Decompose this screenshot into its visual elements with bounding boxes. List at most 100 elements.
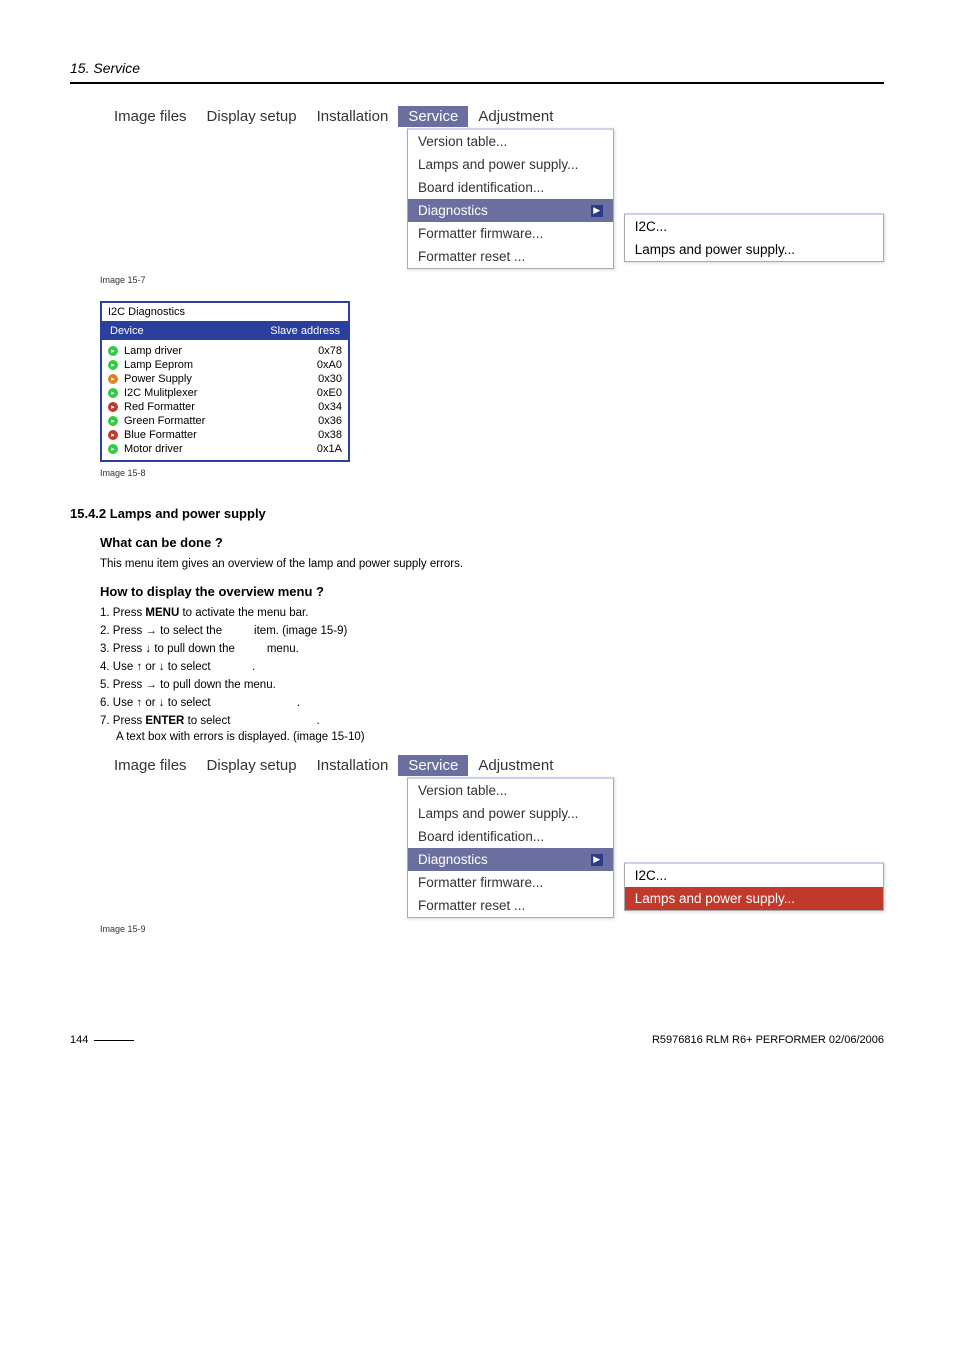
s7a: Press bbox=[113, 715, 146, 727]
tab-image-files-b[interactable]: Image files bbox=[104, 755, 197, 776]
submenu-i2c[interactable]: I2C... bbox=[625, 215, 883, 238]
caption-b: Image 15-9 bbox=[100, 924, 884, 934]
status-dot-icon: ▸ bbox=[108, 416, 118, 426]
diag-title: I2C Diagnostics bbox=[102, 303, 348, 322]
device-name: Green Formatter bbox=[124, 415, 205, 427]
step-2: Press → to select the item. (image 15-9) bbox=[100, 625, 884, 637]
status-dot-icon: ▸ bbox=[108, 402, 118, 412]
slave-address: 0x38 bbox=[318, 429, 342, 441]
mi-version-table-b[interactable]: Version table... bbox=[408, 779, 613, 802]
status-dot-icon: ▸ bbox=[108, 360, 118, 370]
mi-diagnostics-b[interactable]: Diagnostics ▶ bbox=[408, 848, 613, 871]
device-name: Lamp Eeprom bbox=[124, 359, 193, 371]
tab-installation[interactable]: Installation bbox=[307, 106, 399, 127]
slave-address: 0x34 bbox=[318, 401, 342, 413]
submenu-i2c-b[interactable]: I2C... bbox=[625, 864, 883, 887]
mi-formatter-fw-b[interactable]: Formatter firmware... bbox=[408, 871, 613, 894]
step-3: Press ↓ to pull down the menu. bbox=[100, 643, 884, 655]
caption-diag: Image 15-8 bbox=[100, 468, 884, 478]
diag-row: ▸ Lamp driver 0x78 bbox=[108, 344, 342, 358]
tab-image-files[interactable]: Image files bbox=[104, 106, 197, 127]
device-name: I2C Mulitplexer bbox=[124, 387, 197, 399]
slave-address: 0x36 bbox=[318, 415, 342, 427]
diag-row: ▸ I2C Mulitplexer 0xE0 bbox=[108, 386, 342, 400]
tab-installation-b[interactable]: Installation bbox=[307, 755, 399, 776]
diag-row: ▸Power Supply0x30 bbox=[108, 372, 342, 386]
s2b: item. (image 15-9) bbox=[251, 625, 348, 637]
submenu-lamps[interactable]: Lamps and power supply... bbox=[625, 238, 883, 261]
page-number: 144 bbox=[70, 1034, 88, 1046]
service-dropdown-b: Version table... Lamps and power supply.… bbox=[407, 777, 614, 918]
s2a: Press → to select the bbox=[113, 625, 226, 637]
col-device: Device bbox=[110, 325, 144, 337]
mi-formatter-fw[interactable]: Formatter firmware... bbox=[408, 222, 613, 245]
s7b: ENTER bbox=[145, 715, 184, 727]
tab-service[interactable]: Service bbox=[398, 106, 468, 127]
diag-row: ▸ Red Formatter 0x34 bbox=[108, 400, 342, 414]
service-dropdown-a: Version table... Lamps and power supply.… bbox=[407, 128, 614, 269]
diag-row: ▸ Green Formatter 0x36 bbox=[108, 414, 342, 428]
s1a: Press bbox=[113, 607, 146, 619]
step-7-note: A text box with errors is displayed. (im… bbox=[116, 731, 884, 743]
s3b: menu. bbox=[264, 643, 299, 655]
footer-bar bbox=[94, 1040, 134, 1041]
tab-display-setup-b[interactable]: Display setup bbox=[197, 755, 307, 776]
header-rule bbox=[70, 82, 884, 84]
submenu-arrow-icon-b: ▶ bbox=[591, 854, 603, 866]
s1c: to activate the menu bar. bbox=[179, 607, 308, 619]
s4a: Use ↑ or ↓ to select bbox=[113, 661, 214, 673]
device-name: Lamp driver bbox=[124, 345, 182, 357]
slave-address: 0xE0 bbox=[317, 387, 342, 399]
mi-board-id-b[interactable]: Board identification... bbox=[408, 825, 613, 848]
device-name: Blue Formatter bbox=[124, 429, 197, 441]
mi-version-table[interactable]: Version table... bbox=[408, 130, 613, 153]
status-dot-icon: ▸ bbox=[108, 346, 118, 356]
mi-formatter-reset[interactable]: Formatter reset ... bbox=[408, 245, 613, 268]
mi-diagnostics[interactable]: Diagnostics ▶ bbox=[408, 199, 613, 222]
s3a: Press ↓ to pull down the bbox=[113, 643, 238, 655]
diag-body: ▸ Lamp driver 0x78 ▸ Lamp Eeprom 0xA0▸Power S… bbox=[102, 340, 348, 460]
step-5: Press → to pull down the menu. bbox=[100, 679, 884, 691]
slave-address: 0xA0 bbox=[317, 359, 342, 371]
menubar-b: Image files Display setup Installation S… bbox=[100, 753, 884, 778]
s7c: to select bbox=[184, 715, 233, 727]
mi-diagnostics-label-b: Diagnostics bbox=[418, 852, 488, 867]
tab-adjustment[interactable]: Adjustment bbox=[468, 106, 563, 127]
step-6: Use ↑ or ↓ to select . bbox=[100, 697, 884, 709]
s1b: MENU bbox=[145, 607, 179, 619]
mi-lamps-power[interactable]: Lamps and power supply... bbox=[408, 153, 613, 176]
device-name: Red Formatter bbox=[124, 401, 195, 413]
menu-figure-a: Image files Display setup Installation S… bbox=[100, 104, 884, 269]
diagnostics-submenu-a: I2C... Lamps and power supply... bbox=[624, 213, 884, 262]
step-1: Press MENU to activate the menu bar. bbox=[100, 607, 884, 619]
submenu-lamps-b[interactable]: Lamps and power supply... bbox=[625, 887, 883, 910]
subhead-how: How to display the overview menu ? bbox=[100, 584, 884, 599]
page-footer: 144 R5976816 RLM R6+ PERFORMER 02/06/200… bbox=[70, 1034, 884, 1046]
device-name: Motor driver bbox=[124, 443, 183, 455]
menu-figure-b: Image files Display setup Installation S… bbox=[100, 753, 884, 918]
diag-row: ▸ Lamp Eeprom 0xA0 bbox=[108, 358, 342, 372]
status-dot-icon: ▸ bbox=[108, 444, 118, 454]
step-4: Use ↑ or ↓ to select . bbox=[100, 661, 884, 673]
mi-formatter-reset-b[interactable]: Formatter reset ... bbox=[408, 894, 613, 917]
mi-diagnostics-label: Diagnostics bbox=[418, 203, 488, 218]
section-title: 15.4.2 Lamps and power supply bbox=[70, 506, 884, 521]
mi-board-id[interactable]: Board identification... bbox=[408, 176, 613, 199]
s4b: . bbox=[252, 661, 255, 673]
diag-row: ▸Motor driver0x1A bbox=[108, 442, 342, 456]
slave-address: 0x78 bbox=[318, 345, 342, 357]
status-dot-icon: ▸ bbox=[108, 388, 118, 398]
s7d: . bbox=[317, 715, 320, 727]
tab-service-b[interactable]: Service bbox=[398, 755, 468, 776]
slave-address: 0x30 bbox=[318, 373, 342, 385]
diagnostics-submenu-b: I2C... Lamps and power supply... bbox=[624, 862, 884, 911]
steps-list: Press MENU to activate the menu bar. Pre… bbox=[100, 607, 884, 743]
s6b: . bbox=[297, 697, 300, 709]
mi-lamps-power-b[interactable]: Lamps and power supply... bbox=[408, 802, 613, 825]
tab-display-setup[interactable]: Display setup bbox=[197, 106, 307, 127]
tab-adjustment-b[interactable]: Adjustment bbox=[468, 755, 563, 776]
step-7: Press ENTER to select . A text box with … bbox=[100, 715, 884, 743]
i2c-diagnostics-box: I2C Diagnostics Device Slave address ▸La… bbox=[100, 301, 350, 462]
s6a: Use ↑ or ↓ to select bbox=[113, 697, 214, 709]
caption-a: Image 15-7 bbox=[100, 275, 884, 285]
